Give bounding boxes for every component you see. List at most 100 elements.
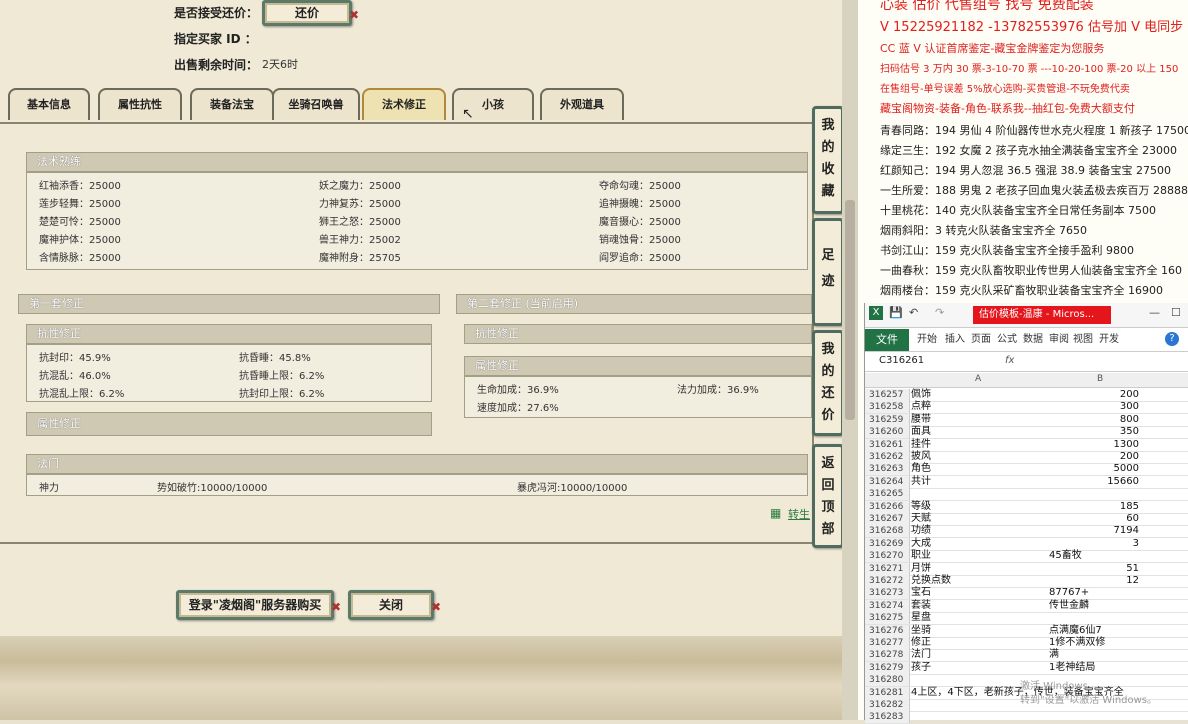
tab-basic-info[interactable]: 基本信息	[8, 88, 90, 120]
ribbon-tab[interactable]: 视图	[1073, 329, 1093, 351]
row-number[interactable]: 316283	[865, 711, 910, 724]
row-number[interactable]: 316269	[865, 537, 910, 550]
tab-mounts[interactable]: 坐骑召唤兽	[272, 88, 360, 120]
undo-icon[interactable]: ↶	[909, 306, 918, 319]
table-row[interactable]: 316258 点粹 300	[865, 401, 1188, 415]
cell-b[interactable]: 1老神结局	[1049, 662, 1095, 674]
row-number[interactable]: 316276	[865, 624, 910, 637]
cell-a[interactable]: 点粹	[911, 401, 931, 413]
ribbon-tab[interactable]: 页面	[971, 329, 991, 351]
table-row[interactable]: 316275 星盘	[865, 612, 1188, 626]
cell-b[interactable]: 51	[1045, 563, 1139, 575]
transfer-link[interactable]: 转生	[788, 506, 810, 522]
cell-b[interactable]: 200	[1045, 389, 1139, 401]
scrollbar[interactable]	[842, 0, 858, 720]
cell-a[interactable]: 面具	[911, 426, 931, 438]
back-to-top-button[interactable]: 返回顶部	[812, 444, 844, 548]
cell-b[interactable]: 3	[1045, 538, 1139, 550]
row-number[interactable]: 316267	[865, 513, 910, 525]
close-button[interactable]: 关闭 ✖	[348, 590, 441, 620]
row-number[interactable]: 316273	[865, 587, 910, 600]
table-row[interactable]: 316266 等级 185	[865, 500, 1188, 514]
row-number[interactable]: 316263	[865, 463, 910, 476]
cell-a[interactable]: 角色	[911, 463, 931, 475]
cell-b[interactable]: 87767+	[1049, 587, 1089, 599]
table-row[interactable]: 316274 套装 传世金麟	[865, 599, 1188, 613]
cell-b[interactable]: 5000	[1045, 463, 1139, 475]
cell-a[interactable]: 天赋	[911, 513, 931, 525]
cell-a[interactable]: 兑换点数	[911, 575, 951, 587]
cell-a[interactable]: 披风	[911, 451, 931, 463]
table-row[interactable]: 316268 功绩 7194	[865, 525, 1188, 539]
table-row[interactable]: 316263 角色 5000	[865, 463, 1188, 477]
help-icon[interactable]: ?	[1165, 332, 1179, 346]
cell-a[interactable]: 大成	[911, 538, 931, 550]
cell-b[interactable]: 满	[1049, 649, 1059, 661]
cell-b[interactable]: 1300	[1045, 439, 1139, 451]
tab-appearance[interactable]: 外观道具	[540, 88, 624, 120]
ribbon-tab[interactable]: 开始	[917, 329, 937, 351]
row-number[interactable]: 316258	[865, 401, 910, 414]
cell-b[interactable]: 800	[1045, 414, 1139, 426]
row-number[interactable]: 316279	[865, 661, 910, 674]
tab-attributes[interactable]: 属性抗性	[98, 88, 182, 120]
cell-b[interactable]: 185	[1045, 501, 1139, 513]
row-number[interactable]: 316275	[865, 612, 910, 625]
ribbon-tab[interactable]: 插入	[945, 329, 965, 351]
counter-offer-button[interactable]: 还价 ✖	[262, 0, 359, 26]
row-number[interactable]: 316266	[865, 500, 910, 513]
cell-a[interactable]: 职业	[911, 550, 931, 562]
row-number[interactable]: 316259	[865, 413, 910, 426]
ribbon-tab[interactable]: 公式	[997, 329, 1017, 351]
cell-a[interactable]: 功绩	[911, 525, 931, 537]
table-row[interactable]: 316276 坐骑 点满魔6仙7	[865, 624, 1188, 638]
row-number[interactable]: 316272	[865, 575, 910, 587]
row-number[interactable]: 316270	[865, 550, 910, 563]
col-b-header[interactable]: B	[1097, 374, 1103, 384]
row-number[interactable]: 316282	[865, 699, 910, 711]
file-tab[interactable]: 文件	[865, 329, 909, 351]
row-number[interactable]: 316262	[865, 451, 910, 463]
cell-b[interactable]: 45畜牧	[1049, 550, 1082, 562]
cell-b[interactable]: 350	[1045, 426, 1139, 438]
row-number[interactable]: 316261	[865, 438, 910, 451]
table-row[interactable]: 316283	[865, 711, 1188, 724]
buy-on-server-button[interactable]: 登录"凌烟阁"服务器购买 ✖	[176, 590, 341, 620]
cell-a[interactable]: 佩饰	[911, 389, 931, 401]
name-box[interactable]: C316261	[879, 355, 924, 366]
cell-a[interactable]: 腰带	[911, 414, 931, 426]
table-row[interactable]: 316273 宝石 87767+	[865, 587, 1188, 601]
cell-b[interactable]: 传世金麟	[1049, 600, 1089, 612]
row-number[interactable]: 316281	[865, 686, 910, 699]
maximize-icon[interactable]: ☐	[1171, 306, 1181, 319]
row-number[interactable]: 316264	[865, 475, 910, 488]
redo-icon[interactable]: ↷	[935, 306, 944, 319]
cell-a[interactable]: 挂件	[911, 439, 931, 451]
row-number[interactable]: 316271	[865, 562, 910, 575]
cell-a[interactable]: 法门	[911, 649, 931, 661]
cell-b[interactable]: 200	[1045, 451, 1139, 463]
cell-a[interactable]: 孩子	[911, 662, 931, 674]
ribbon-tab[interactable]: 数据	[1023, 329, 1043, 351]
cell-a[interactable]: 月饼	[911, 563, 931, 575]
cell-a[interactable]: 共计	[911, 476, 931, 488]
minimize-icon[interactable]: —	[1149, 306, 1160, 319]
cell-b[interactable]: 12	[1045, 575, 1139, 587]
my-favorites-button[interactable]: 我的收藏	[812, 106, 844, 214]
scrollbar-thumb[interactable]	[845, 200, 855, 420]
table-row[interactable]: 316279 孩子 1老神结局	[865, 661, 1188, 675]
row-number[interactable]: 316268	[865, 525, 910, 538]
table-row[interactable]: 316269 大成 3	[865, 537, 1188, 551]
cell-a[interactable]: 坐骑	[911, 625, 931, 637]
cell-b[interactable]: 60	[1045, 513, 1139, 525]
cell-a[interactable]: 修正	[911, 637, 931, 649]
cell-a[interactable]: 宝石	[911, 587, 931, 599]
save-icon[interactable]: 💾	[889, 306, 903, 319]
row-number[interactable]: 316257	[865, 389, 910, 401]
footprint-button[interactable]: 足迹	[812, 218, 844, 326]
table-row[interactable]: 316259 腰带 800	[865, 413, 1188, 427]
col-a-header[interactable]: A	[975, 374, 981, 384]
table-row[interactable]: 316270 职业 45畜牧	[865, 550, 1188, 564]
table-row[interactable]: 316260 面具 350	[865, 426, 1188, 440]
cell-b[interactable]: 300	[1045, 401, 1139, 413]
